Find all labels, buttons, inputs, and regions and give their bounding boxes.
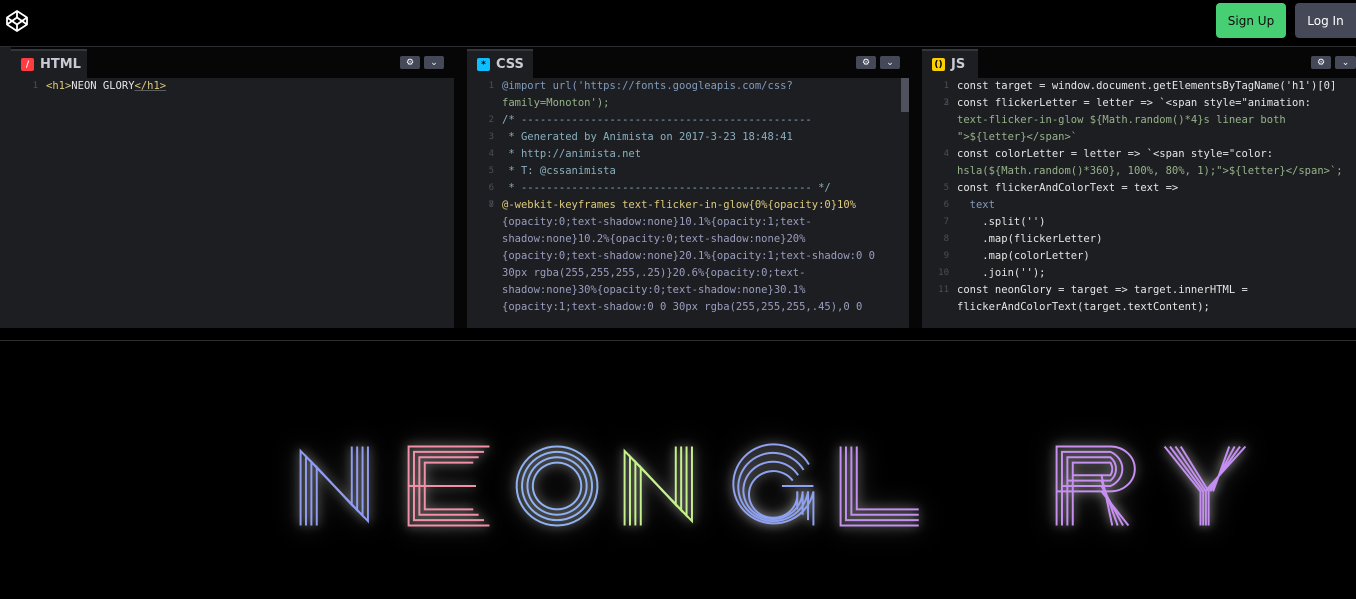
- tab-js-label: JS: [951, 57, 966, 72]
- sign-up-button[interactable]: Sign Up: [1216, 3, 1286, 38]
- js-settings-button[interactable]: ⚙: [1311, 56, 1331, 69]
- neon-letter: [614, 441, 716, 531]
- html-editor-panel: / HTML ⚙ ⌄ 1 <h1>NEON GLORY</h1>: [11, 47, 454, 329]
- neon-letter: [506, 441, 608, 531]
- css-icon: *: [477, 58, 490, 71]
- neon-letter: [830, 441, 932, 531]
- css-code-editor[interactable]: 1 @import url('https://fonts.googleapis.c…: [467, 78, 909, 329]
- panel-resizer[interactable]: [454, 47, 467, 329]
- codepen-logo-icon[interactable]: [5, 9, 29, 33]
- js-collapse-button[interactable]: ⌄: [1335, 56, 1356, 69]
- panel-resizer[interactable]: [909, 47, 922, 329]
- editor-area: / HTML ⚙ ⌄ 1 <h1>NEON GLORY</h1> * CSS ⚙ …: [0, 46, 1356, 329]
- neon-letter: [290, 441, 392, 531]
- neon-letter: [398, 441, 500, 531]
- code-line: 1 <h1>NEON GLORY</h1>: [32, 80, 167, 92]
- js-icon: (): [932, 58, 945, 71]
- js-editor-panel: () JS ⚙ ⌄ 1 const target = window.documen…: [922, 47, 1356, 329]
- neon-letter: [722, 441, 824, 531]
- html-code-editor[interactable]: 1 <h1>NEON GLORY</h1>: [11, 78, 454, 329]
- neon-letter-blank: [938, 441, 1040, 531]
- html-collapse-button[interactable]: ⌄: [424, 56, 444, 69]
- tab-css[interactable]: * CSS: [467, 49, 533, 78]
- neon-glory-heading: [290, 441, 1262, 536]
- chevron-down-icon: ⌄: [430, 57, 438, 68]
- html-settings-button[interactable]: ⚙: [400, 56, 420, 69]
- tab-html[interactable]: / HTML: [11, 49, 87, 78]
- top-bar: Sign Up Log In: [0, 0, 1356, 46]
- tab-js[interactable]: () JS: [922, 49, 978, 78]
- gear-icon: ⚙: [405, 57, 415, 68]
- gear-icon: ⚙: [861, 57, 871, 68]
- css-settings-button[interactable]: ⚙: [856, 56, 876, 69]
- css-panel-header: * CSS ⚙ ⌄: [467, 47, 909, 78]
- editor-resize-bar[interactable]: [0, 328, 1356, 341]
- neon-letter: [1154, 441, 1256, 531]
- result-preview: [0, 341, 1356, 599]
- neon-letter: [1046, 441, 1148, 531]
- chevron-down-icon: ⌄: [886, 57, 894, 68]
- js-panel-header: () JS ⚙ ⌄: [922, 47, 1356, 78]
- css-editor-panel: * CSS ⚙ ⌄ 1 @import url('https://fonts.go…: [467, 47, 909, 329]
- tab-css-label: CSS: [496, 57, 524, 72]
- css-collapse-button[interactable]: ⌄: [880, 56, 900, 69]
- gear-icon: ⚙: [1316, 57, 1326, 68]
- log-in-button[interactable]: Log In: [1295, 3, 1356, 38]
- tab-html-label: HTML: [40, 57, 81, 72]
- html-panel-header: / HTML ⚙ ⌄: [11, 47, 454, 78]
- chevron-down-icon: ⌄: [1341, 57, 1350, 68]
- html-icon: /: [21, 58, 34, 71]
- js-code-editor[interactable]: 1 const target = window.document.getEleme…: [922, 78, 1356, 329]
